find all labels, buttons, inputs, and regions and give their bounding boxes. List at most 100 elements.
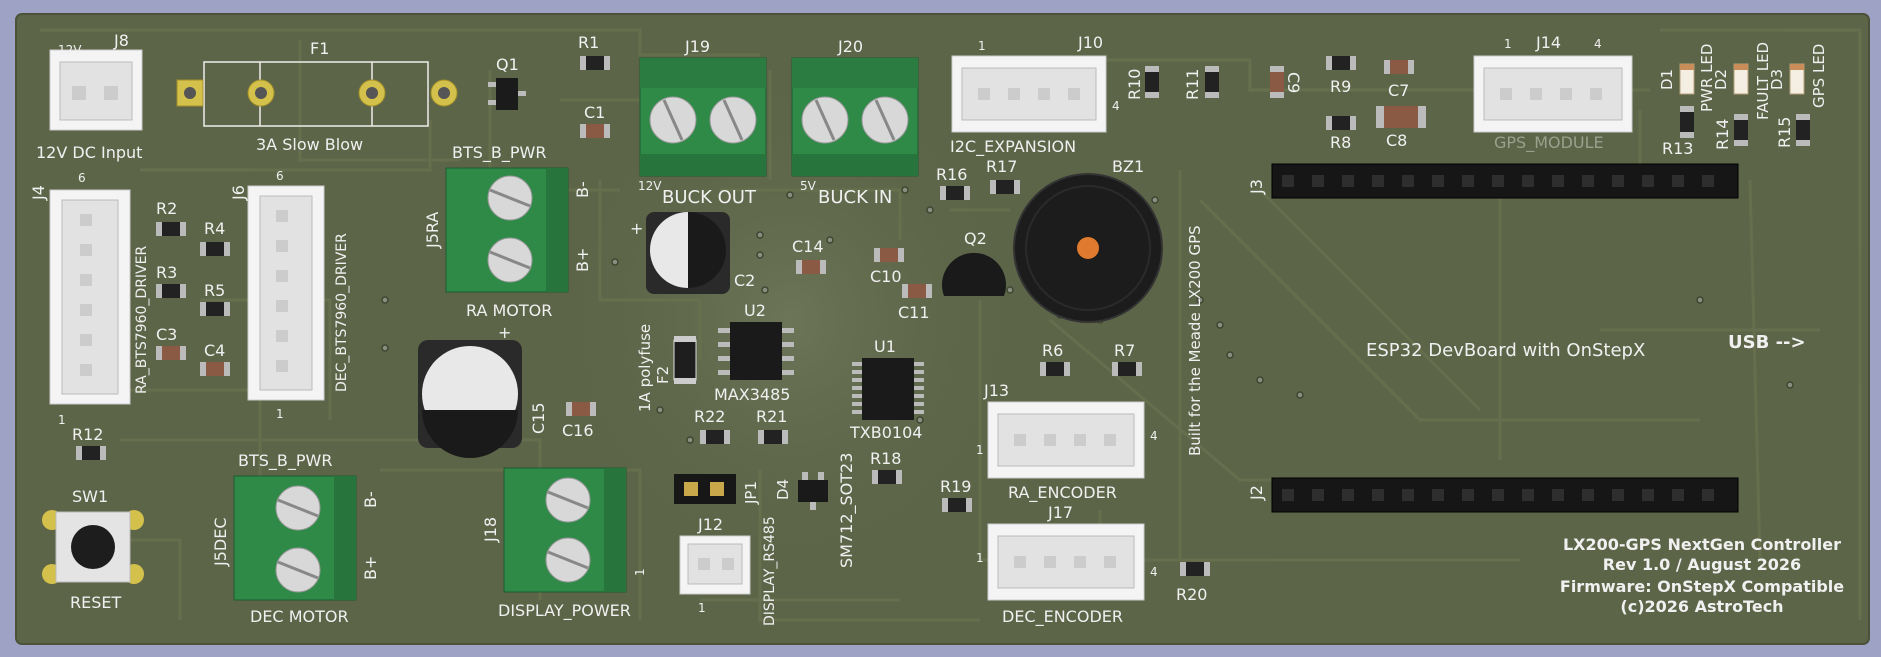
j10-pin xyxy=(978,88,990,100)
ra-b-plus-label: B+ xyxy=(573,248,592,272)
c4-capacitor[interactable] xyxy=(200,362,230,376)
j13-pin1-label: 1 xyxy=(976,443,984,457)
j12-label: J12 xyxy=(697,515,723,534)
reset-button[interactable] xyxy=(71,525,115,569)
f2-label: F2 xyxy=(654,366,672,384)
display-power-label: DISPLAY_POWER xyxy=(498,601,631,621)
r18-resistor[interactable] xyxy=(872,470,902,484)
r17-resistor[interactable] xyxy=(990,180,1020,194)
r4-resistor[interactable] xyxy=(200,242,230,256)
ra-driver-label: RA_BTS7960_DRIVER xyxy=(134,246,150,394)
c8-capacitor[interactable] xyxy=(1376,106,1426,128)
j20-label: J20 xyxy=(837,37,863,56)
j13-pin xyxy=(1074,434,1086,446)
j8-connector-inner xyxy=(59,61,133,121)
q1-lead xyxy=(518,91,526,96)
c1-capacitor[interactable] xyxy=(580,124,610,138)
r4-label: R4 xyxy=(204,219,225,238)
j19-label: J19 xyxy=(684,37,710,56)
r11-resistor[interactable] xyxy=(1205,66,1219,98)
j3-header[interactable] xyxy=(1271,163,1739,199)
r2-resistor[interactable] xyxy=(156,222,186,236)
jp1-pin xyxy=(710,482,724,496)
f1-pad-hole xyxy=(184,87,196,99)
c14-capacitor[interactable] xyxy=(796,260,826,274)
d3-led[interactable] xyxy=(1789,63,1805,95)
dec-b-minus-label: B- xyxy=(361,491,380,508)
d2-led[interactable] xyxy=(1733,63,1749,95)
r5-resistor[interactable] xyxy=(200,302,230,316)
c7-label: C7 xyxy=(1388,81,1409,100)
f2-polyfuse[interactable] xyxy=(673,339,697,381)
r19-label: R19 xyxy=(940,477,971,496)
r13-resistor[interactable] xyxy=(1680,106,1694,138)
dc-input-label: 12V DC Input xyxy=(36,143,142,162)
r20-label: R20 xyxy=(1176,585,1207,604)
j6-pin1-label: 1 xyxy=(276,407,284,421)
j4-label: J4 xyxy=(29,185,48,201)
r21-resistor[interactable] xyxy=(758,430,788,444)
polyfuse-label: 1A polyfuse xyxy=(636,324,654,412)
r12-label: R12 xyxy=(72,425,103,444)
j17-pin xyxy=(1044,556,1056,568)
r15-label: R15 xyxy=(1775,117,1794,148)
d4-lead xyxy=(818,472,824,480)
j8-pin xyxy=(104,86,118,100)
c7-capacitor[interactable] xyxy=(1384,60,1414,74)
d1-led[interactable] xyxy=(1679,63,1695,95)
d4-diode[interactable] xyxy=(798,480,828,502)
j3-pins xyxy=(1282,175,1714,187)
j12-pin1-label: 1 xyxy=(698,601,706,615)
j14-label: J14 xyxy=(1535,33,1561,52)
r18-label: R18 xyxy=(870,449,901,468)
max3485-label: MAX3485 xyxy=(714,385,790,404)
r1-resistor[interactable] xyxy=(580,56,610,70)
r22-resistor[interactable] xyxy=(700,430,730,444)
r8-resistor[interactable] xyxy=(1326,116,1356,130)
c3-capacitor[interactable] xyxy=(156,346,186,360)
r3-resistor[interactable] xyxy=(156,284,186,298)
r20-resistor[interactable] xyxy=(1180,562,1210,576)
sw1-label: SW1 xyxy=(72,487,108,506)
q1-transistor[interactable] xyxy=(496,78,518,110)
j14-pin1-label: 1 xyxy=(1504,37,1512,51)
c9-label: C9 xyxy=(1284,72,1303,93)
r19-resistor[interactable] xyxy=(942,498,972,512)
jp1-jumper[interactable] xyxy=(674,474,736,504)
r7-resistor[interactable] xyxy=(1112,362,1142,376)
gps-led-label: GPS LED xyxy=(1810,44,1828,108)
r12-resistor[interactable] xyxy=(76,446,106,460)
r15-resistor[interactable] xyxy=(1796,114,1810,146)
r9-resistor[interactable] xyxy=(1326,56,1356,70)
c16-capacitor[interactable] xyxy=(566,402,596,416)
j10-pin xyxy=(1038,88,1050,100)
c15-label: C15 xyxy=(529,402,548,434)
u2-label: U2 xyxy=(744,301,766,320)
f2-pad xyxy=(674,378,696,384)
u1-chip[interactable] xyxy=(862,358,914,420)
c10-capacitor[interactable] xyxy=(874,248,904,262)
j2-header[interactable] xyxy=(1271,477,1739,513)
u2-chip[interactable] xyxy=(730,322,782,380)
r9-label: R9 xyxy=(1330,77,1351,96)
j4-pin6-label: 6 xyxy=(78,171,86,185)
r16-resistor[interactable] xyxy=(940,186,970,200)
j14-pin xyxy=(1530,88,1542,100)
j10-label: J10 xyxy=(1077,33,1103,52)
j17-pin xyxy=(1014,556,1026,568)
buck-out-label: BUCK OUT xyxy=(662,187,757,208)
c9-capacitor[interactable] xyxy=(1270,66,1284,98)
r6-resistor[interactable] xyxy=(1040,362,1070,376)
r1-label: R1 xyxy=(578,33,599,52)
r14-resistor[interactable] xyxy=(1734,114,1748,146)
c11-capacitor[interactable] xyxy=(902,284,932,298)
j8-pin xyxy=(72,86,86,100)
f1-pad-hole xyxy=(255,87,267,99)
j20-voltage-label: 5V xyxy=(800,179,817,193)
r17-label: R17 xyxy=(986,157,1017,176)
reset-label: RESET xyxy=(70,593,121,612)
c2-capacitor[interactable] xyxy=(650,212,726,288)
r11-label: R11 xyxy=(1183,69,1202,100)
r10-resistor[interactable] xyxy=(1145,66,1159,98)
j17-pin xyxy=(1104,556,1116,568)
